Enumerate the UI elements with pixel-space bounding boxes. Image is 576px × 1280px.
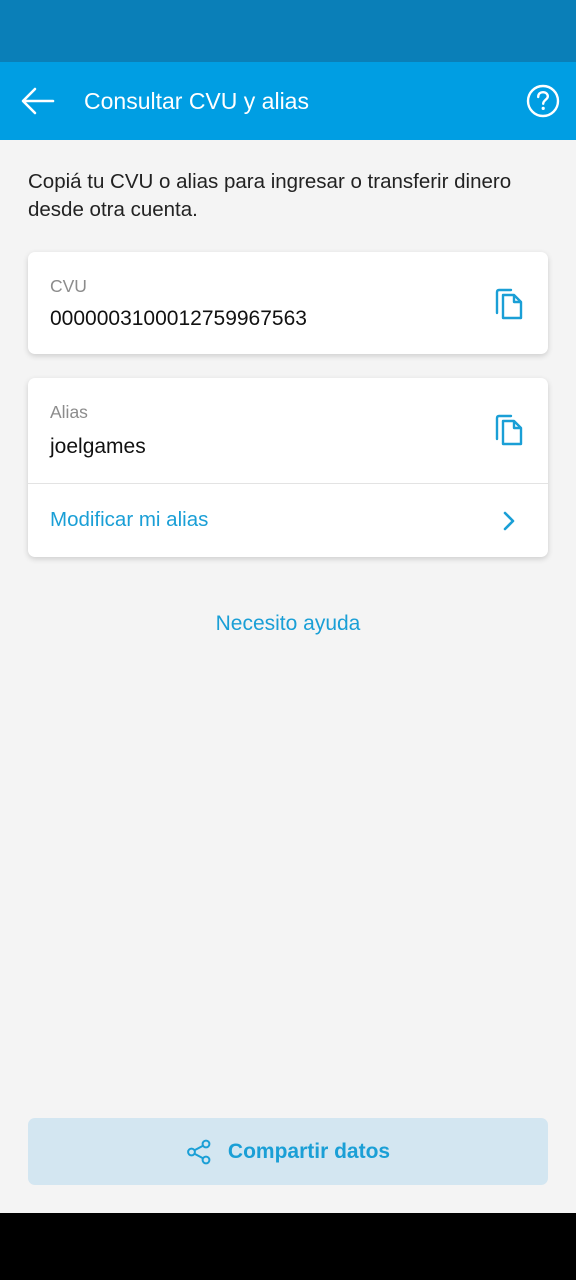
status-bar — [0, 0, 576, 62]
share-data-button[interactable]: Compartir datos — [28, 1118, 548, 1185]
question-circle-icon — [526, 84, 560, 118]
cvu-card: CVU 0000003100012759967563 — [28, 252, 548, 354]
share-icon — [187, 1139, 211, 1164]
help-link[interactable]: Necesito ayuda — [0, 612, 576, 636]
chevron-right-icon — [503, 511, 515, 531]
copy-cvu-button[interactable] — [494, 287, 524, 321]
modify-alias-label: Modificar mi alias — [50, 508, 209, 531]
help-button[interactable] — [524, 82, 562, 120]
cvu-value: 0000003100012759967563 — [50, 307, 307, 330]
back-button[interactable] — [20, 84, 56, 118]
arrow-left-icon — [21, 87, 55, 115]
share-data-label: Compartir datos — [227, 1139, 391, 1163]
copy-icon — [495, 288, 523, 320]
alias-card: Alias joelgames Modificar mi alias — [28, 378, 548, 557]
copy-alias-button[interactable] — [494, 413, 524, 447]
app-bar: Consultar CVU y alias — [0, 62, 576, 140]
modify-alias-link[interactable]: Modificar mi alias — [28, 484, 548, 557]
alias-value: joelgames — [50, 435, 146, 458]
intro-text: Copiá tu CVU o alias para ingresar o tra… — [28, 170, 512, 221]
cvu-label: CVU — [50, 276, 87, 296]
page-title: Consultar CVU y alias — [84, 88, 309, 114]
alias-label: Alias — [50, 402, 88, 422]
system-nav-bar — [0, 1213, 576, 1280]
copy-icon — [495, 414, 523, 446]
